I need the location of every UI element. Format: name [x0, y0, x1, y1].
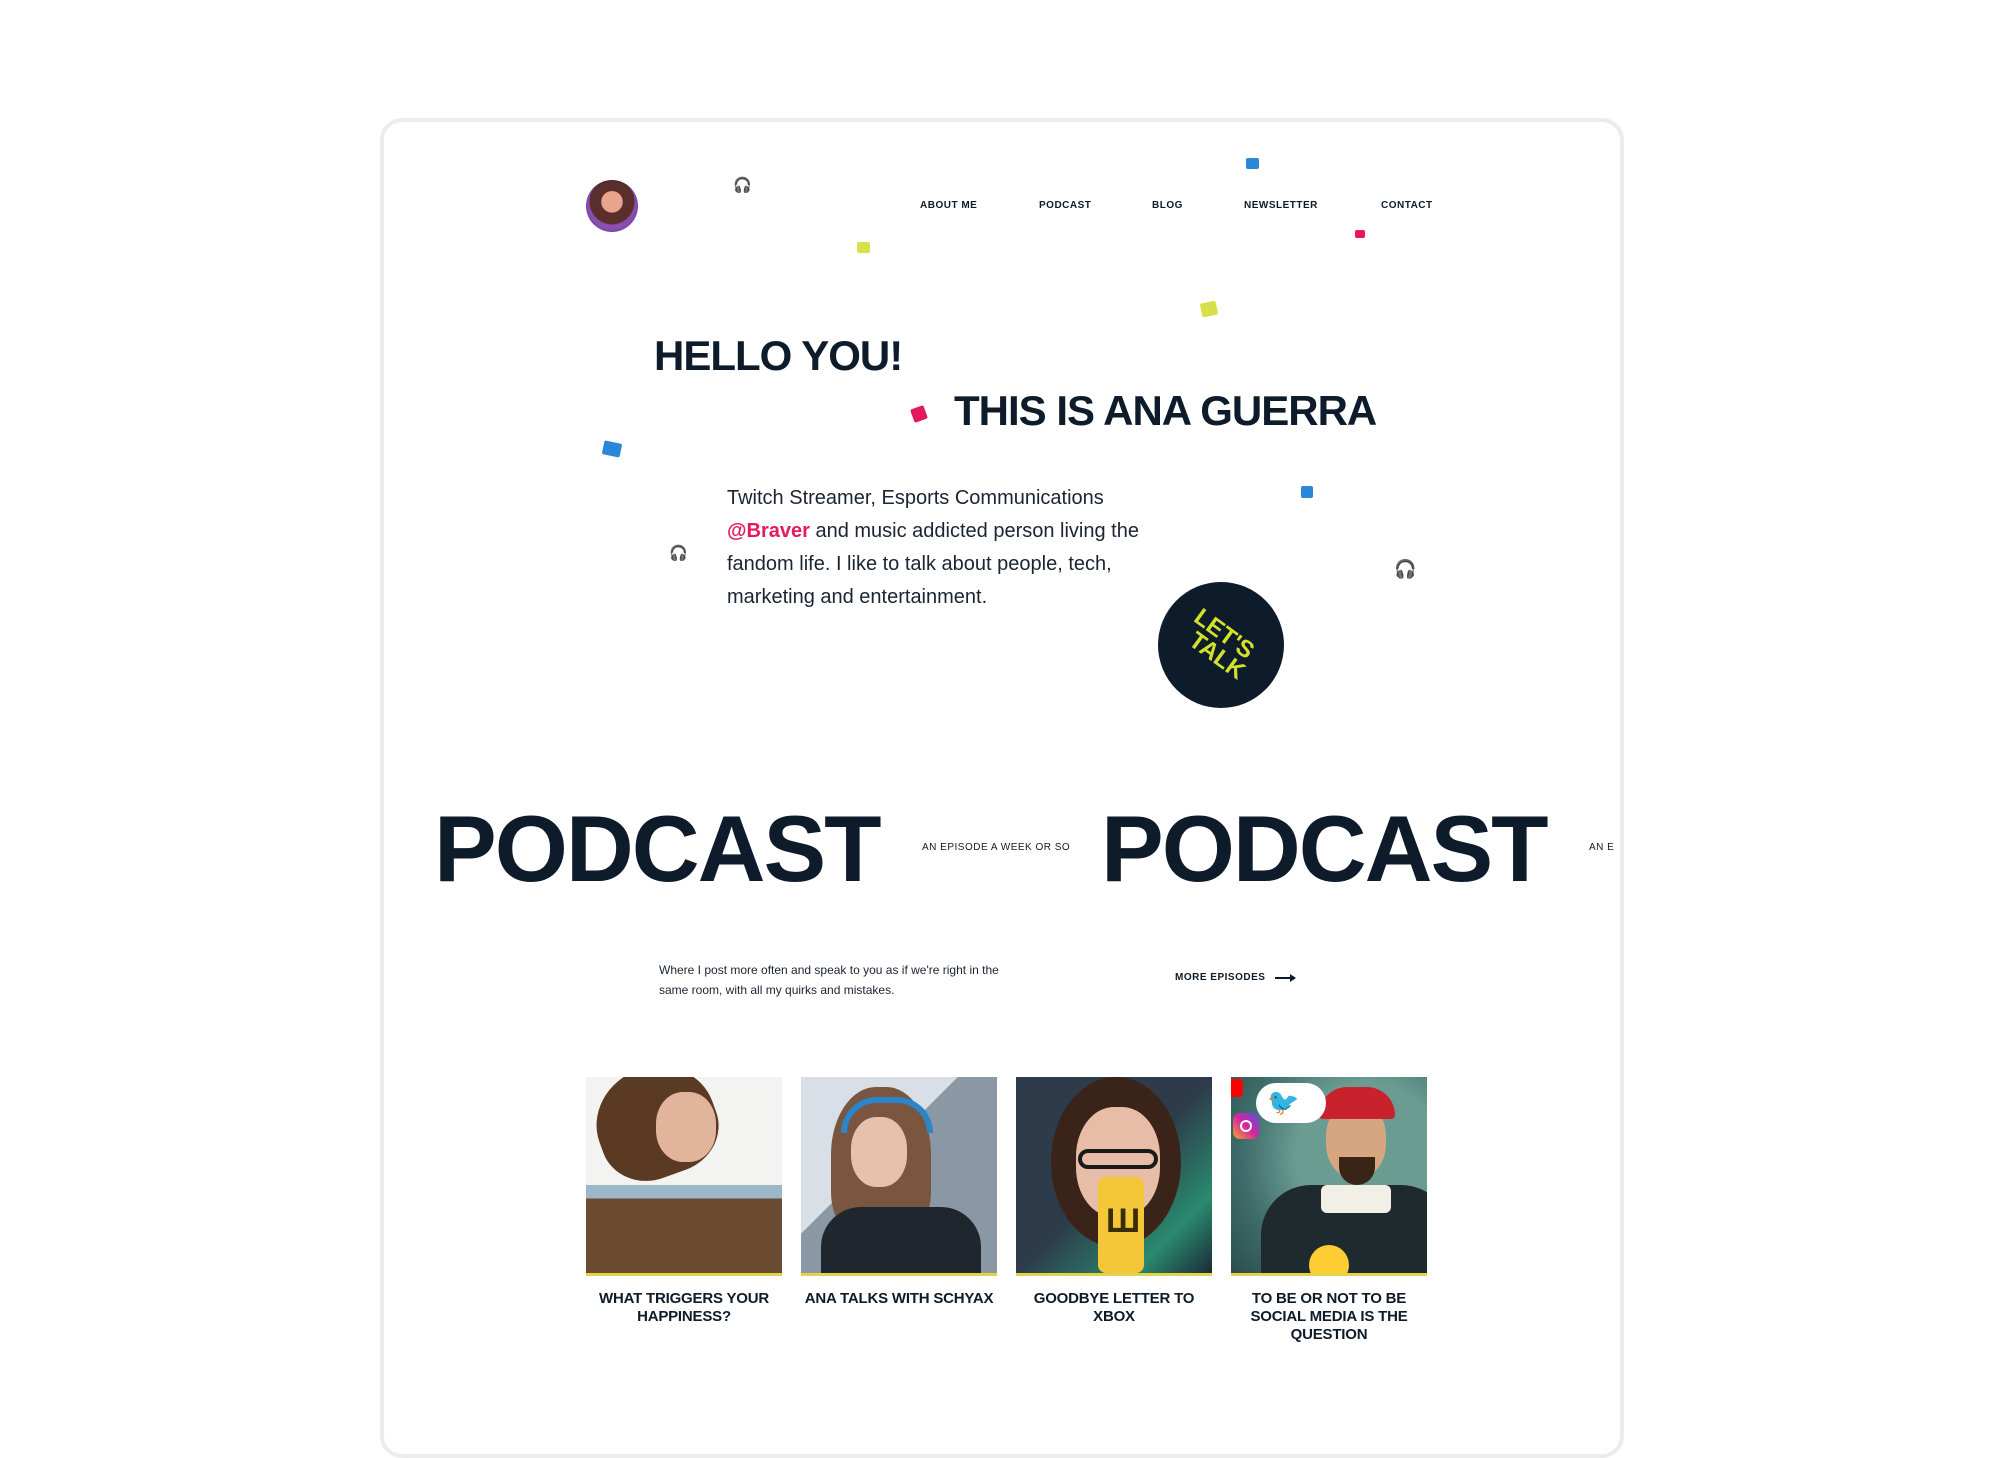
thumb-shape: [821, 1207, 981, 1273]
red-cap-icon: [1319, 1087, 1395, 1119]
headphones-icon: 🎧: [669, 545, 688, 562]
episode-title: WHAT TRIGGERS YOUR HAPPINESS?: [598, 1290, 769, 1325]
browser-frame: ABOUT ME PODCAST BLOG NEWSLETTER CONTACT…: [380, 118, 1624, 1458]
hero-intro: Twitch Streamer, Esports Communications …: [727, 482, 1147, 614]
podcast-marquee-tagline: AN E: [1589, 842, 1615, 853]
nav-podcast[interactable]: PODCAST: [1039, 200, 1091, 211]
episode-card[interactable]: GOODBYE LETTER TO XBOX: [1016, 1077, 1212, 1326]
episode-thumbnail: [801, 1077, 997, 1276]
thumb-shape: [656, 1092, 716, 1162]
hero-name-line: THIS IS ANA GUERRA: [954, 387, 1377, 434]
episode-title: TO BE OR NOT TO BE SOCIAL MEDIA IS THE Q…: [1250, 1290, 1408, 1343]
headphones-icon: 🎧: [733, 177, 752, 194]
nav-blog[interactable]: BLOG: [1152, 200, 1183, 211]
glasses-icon: [1078, 1149, 1158, 1169]
instagram-icon: [1233, 1113, 1259, 1139]
episode-thumbnail: [1016, 1077, 1212, 1276]
twitter-bird-icon: 🐦: [1267, 1087, 1300, 1117]
arrow-right-icon: [1275, 973, 1297, 982]
nav-about-me[interactable]: ABOUT ME: [920, 200, 977, 211]
intro-text: Twitch Streamer, Esports Communications: [727, 487, 1104, 509]
headphones-icon: 🎧: [1394, 559, 1417, 579]
nav-newsletter[interactable]: NEWSLETTER: [1244, 200, 1318, 211]
confetti-piece: [1246, 158, 1259, 169]
braver-link[interactable]: @Braver: [727, 520, 810, 542]
episode-thumbnail: [586, 1077, 782, 1276]
podcast-marquee-word: PODCAST: [1101, 796, 1549, 901]
hero-greeting: HELLO YOU!: [654, 332, 903, 379]
episode-title: ANA TALKS WITH SCHYAX: [804, 1290, 994, 1307]
more-episodes-link[interactable]: MORE EPISODES: [1175, 972, 1297, 983]
episode-title: GOODBYE LETTER TO XBOX: [1033, 1290, 1195, 1325]
energy-drink-can-icon: [1098, 1177, 1144, 1273]
more-episodes-label: MORE EPISODES: [1175, 972, 1266, 983]
confetti-piece: [1355, 230, 1365, 238]
thumb-shape: [1339, 1157, 1375, 1185]
confetti-piece: [1301, 486, 1313, 498]
profile-avatar[interactable]: [586, 180, 638, 232]
podcast-marquee-tagline: AN EPISODE A WEEK OR SO: [922, 842, 1071, 853]
lets-talk-label: LET'S TALK: [1182, 603, 1260, 685]
podcast-marquee-word: PODCAST: [434, 796, 882, 901]
confetti-piece: [601, 440, 623, 458]
episode-card[interactable]: 🐦 TO BE OR NOT TO BE SOCIAL MEDIA IS THE…: [1231, 1077, 1427, 1344]
thumb-shape: [1321, 1185, 1391, 1213]
podcast-description: Where I post more often and speak to you…: [659, 963, 999, 997]
confetti-piece: [857, 242, 870, 253]
lets-talk-button[interactable]: LET'S TALK: [1158, 582, 1284, 708]
confetti-piece: [910, 405, 928, 423]
confetti-piece: [1199, 300, 1219, 318]
nav-contact[interactable]: CONTACT: [1381, 200, 1433, 211]
episode-card[interactable]: ANA TALKS WITH SCHYAX: [801, 1077, 997, 1308]
episode-card[interactable]: WHAT TRIGGERS YOUR HAPPINESS?: [586, 1077, 782, 1326]
episode-thumbnail: 🐦: [1231, 1077, 1427, 1276]
youtube-icon: [1231, 1079, 1243, 1097]
